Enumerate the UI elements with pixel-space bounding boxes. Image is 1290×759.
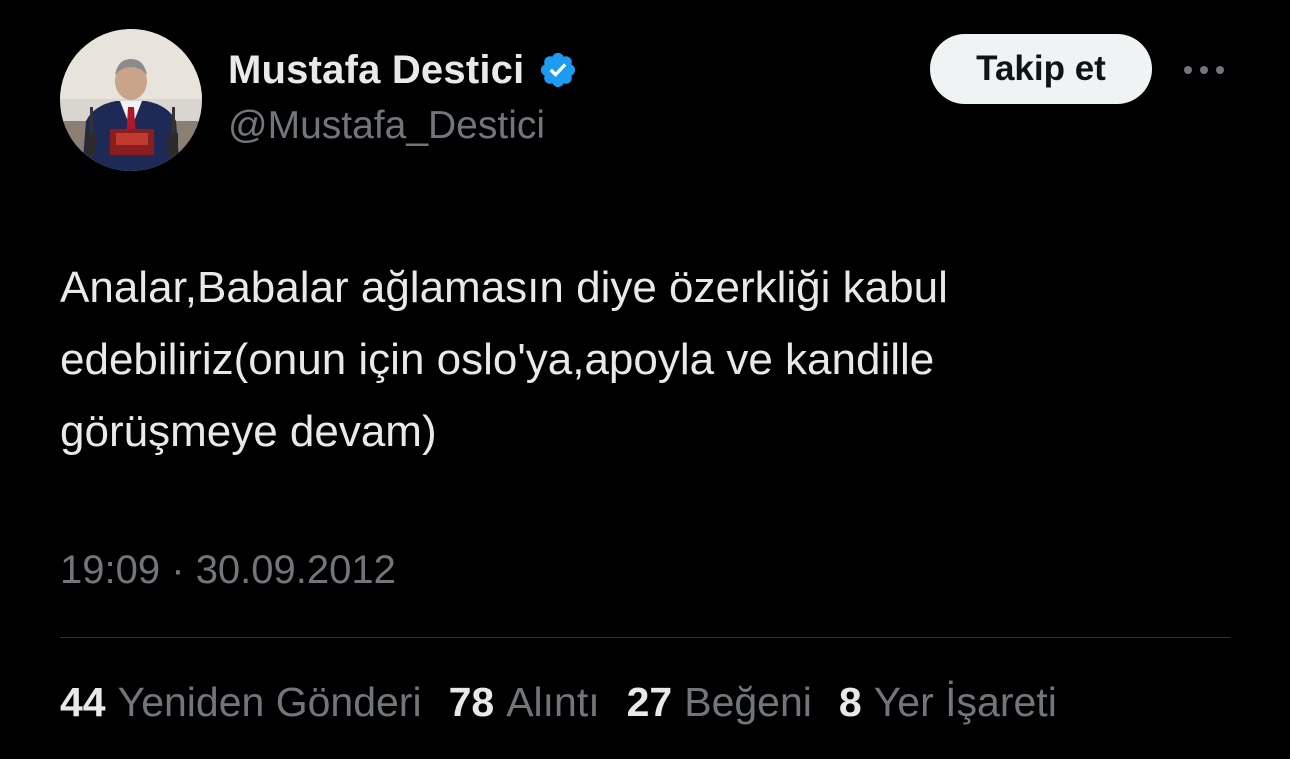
tweet-timestamp: 19:09 · 30.09.2012 [60, 548, 396, 593]
profile-photo-icon [60, 29, 202, 171]
author-display-name[interactable]: Mustafa Destici [228, 48, 524, 93]
stat-label: Yeniden Gönderi [117, 678, 422, 725]
more-options-button[interactable] [1176, 54, 1232, 86]
stat-label: Beğeni [684, 678, 812, 725]
follow-button[interactable]: Takip et [930, 34, 1152, 104]
stat-count: 44 [60, 678, 106, 725]
timestamp-separator: · [171, 548, 185, 592]
author-handle[interactable]: @Mustafa_Destici [228, 104, 545, 148]
stat-count: 8 [838, 678, 862, 725]
avatar[interactable] [60, 29, 202, 171]
tweet-detail: Mustafa Destici @Mustafa_Destici Takip e… [0, 0, 1290, 759]
tweet-time[interactable]: 19:09 [60, 548, 160, 592]
divider [60, 637, 1230, 638]
stat-quotes[interactable]: 78 Alıntı [449, 679, 600, 726]
verified-badge-icon[interactable] [538, 50, 578, 90]
ellipsis-icon [1184, 66, 1224, 74]
engagement-stats: 44 Yeniden Gönderi 78 Alıntı 27 Beğeni 8… [60, 674, 1057, 730]
stat-reposts[interactable]: 44 Yeniden Gönderi [60, 679, 422, 726]
tweet-text: Analar,Babalar ağlamasın diye özerkliği … [60, 263, 948, 456]
stat-likes[interactable]: 27 Beğeni [627, 679, 812, 726]
stat-count: 78 [448, 678, 495, 725]
author-name-row: Mustafa Destici [228, 44, 578, 96]
stat-count: 27 [626, 678, 673, 725]
tweet-date[interactable]: 30.09.2012 [196, 548, 396, 592]
stat-bookmarks[interactable]: 8 Yer İşareti [839, 679, 1057, 726]
stat-label: Yer İşareti [873, 678, 1057, 725]
stat-label: Alıntı [506, 678, 600, 725]
